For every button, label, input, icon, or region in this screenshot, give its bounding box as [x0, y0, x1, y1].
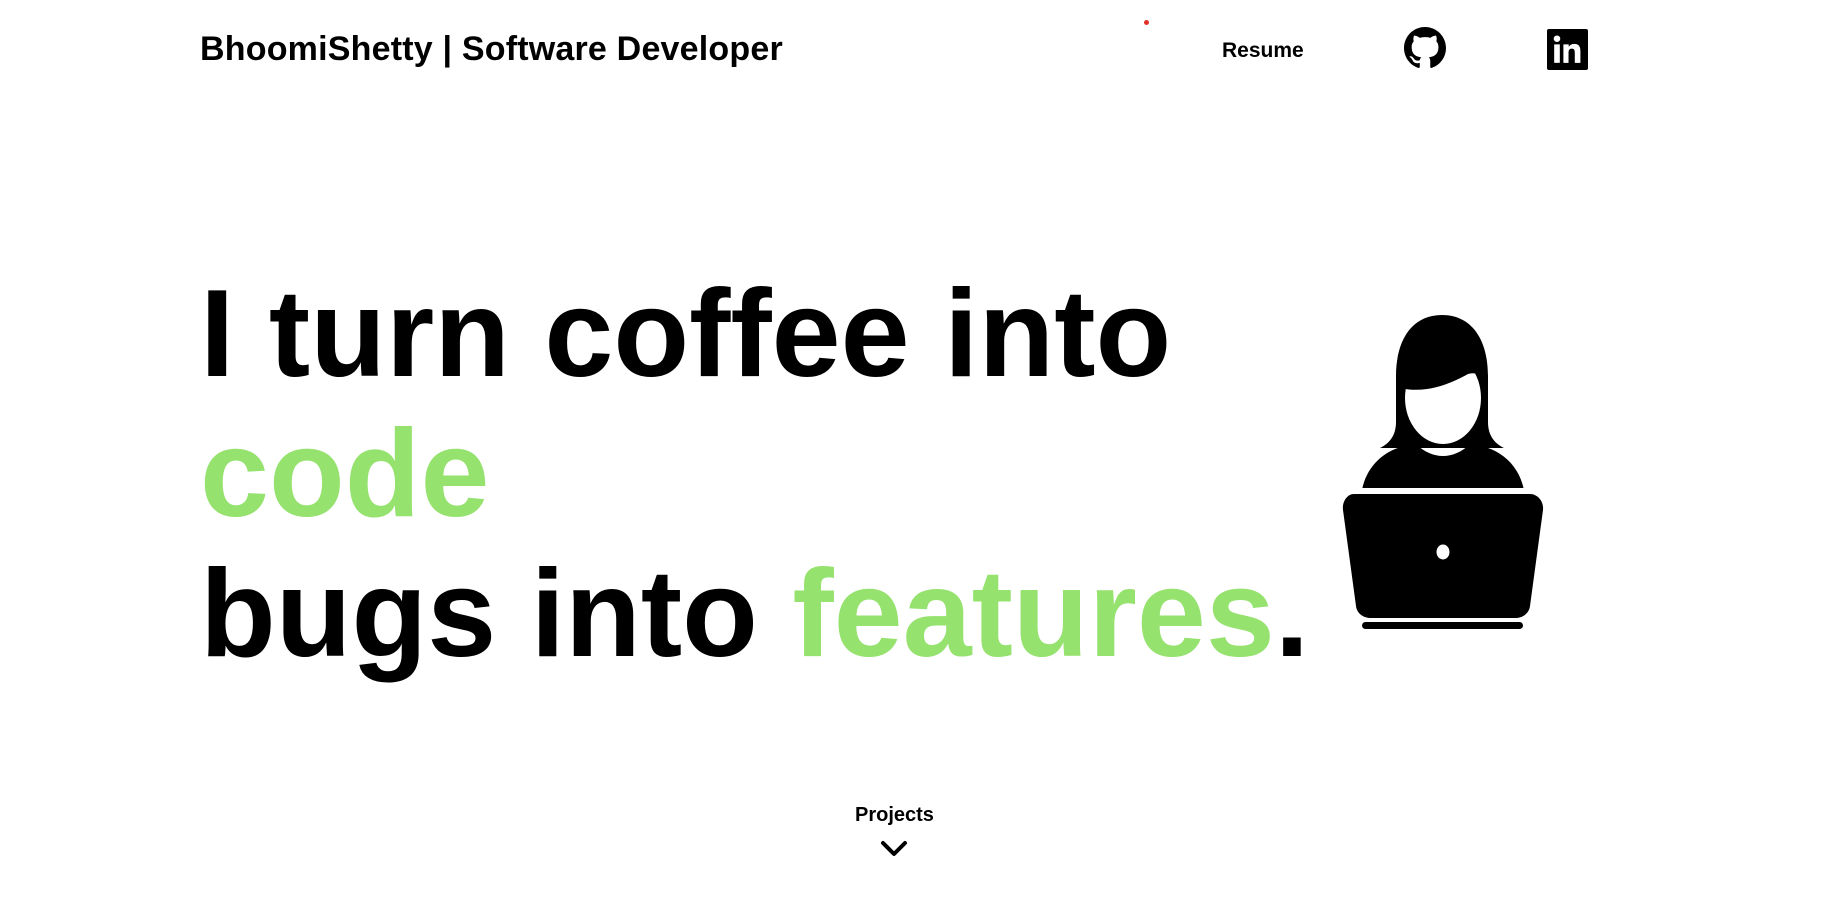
- hero-accent-code: code: [200, 405, 490, 543]
- resume-link[interactable]: Resume: [1222, 39, 1304, 63]
- projects-link[interactable]: Projects: [855, 804, 934, 827]
- hero-line-3: bugs into features.: [200, 544, 1309, 684]
- linkedin-icon[interactable]: [1547, 29, 1588, 70]
- hero-line-1: I turn coffee into: [200, 265, 1172, 403]
- hero-line-3-suffix: .: [1274, 545, 1310, 683]
- github-icon[interactable]: [1404, 27, 1446, 69]
- page: BhoomiShetty | Software Developer Resume…: [0, 0, 1841, 910]
- hero-line-3-prefix: bugs into: [200, 545, 793, 683]
- status-dot: [1144, 20, 1149, 25]
- chevron-down-icon[interactable]: [880, 840, 908, 858]
- hero-accent-features: features: [792, 545, 1275, 683]
- hero-headline: I turn coffee into code bugs into featur…: [200, 264, 1309, 684]
- site-title: BhoomiShetty | Software Developer: [200, 30, 783, 68]
- developer-at-laptop-icon: [1340, 312, 1545, 630]
